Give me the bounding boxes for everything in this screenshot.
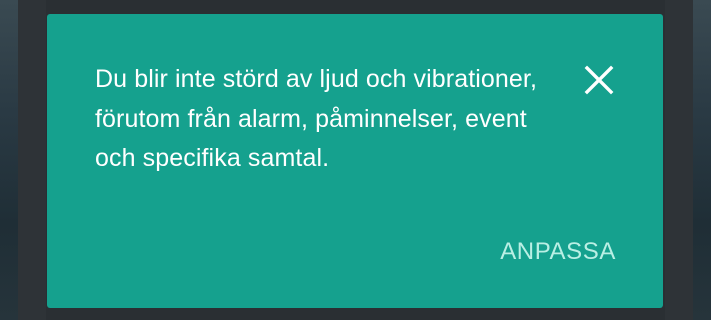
dnd-info-card: Du blir inte störd av ljud och vibration… (47, 14, 663, 308)
wallpaper-left (0, 0, 20, 320)
close-icon (584, 65, 614, 95)
panel-edge-left (18, 0, 46, 320)
dnd-message: Du blir inte störd av ljud och vibration… (95, 65, 538, 172)
screen: Du blir inte störd av ljud och vibration… (0, 0, 711, 320)
close-button[interactable] (582, 63, 616, 97)
wallpaper-right (691, 0, 711, 320)
customize-button[interactable]: ANPASSA (500, 238, 616, 266)
panel-edge-right (665, 0, 693, 320)
